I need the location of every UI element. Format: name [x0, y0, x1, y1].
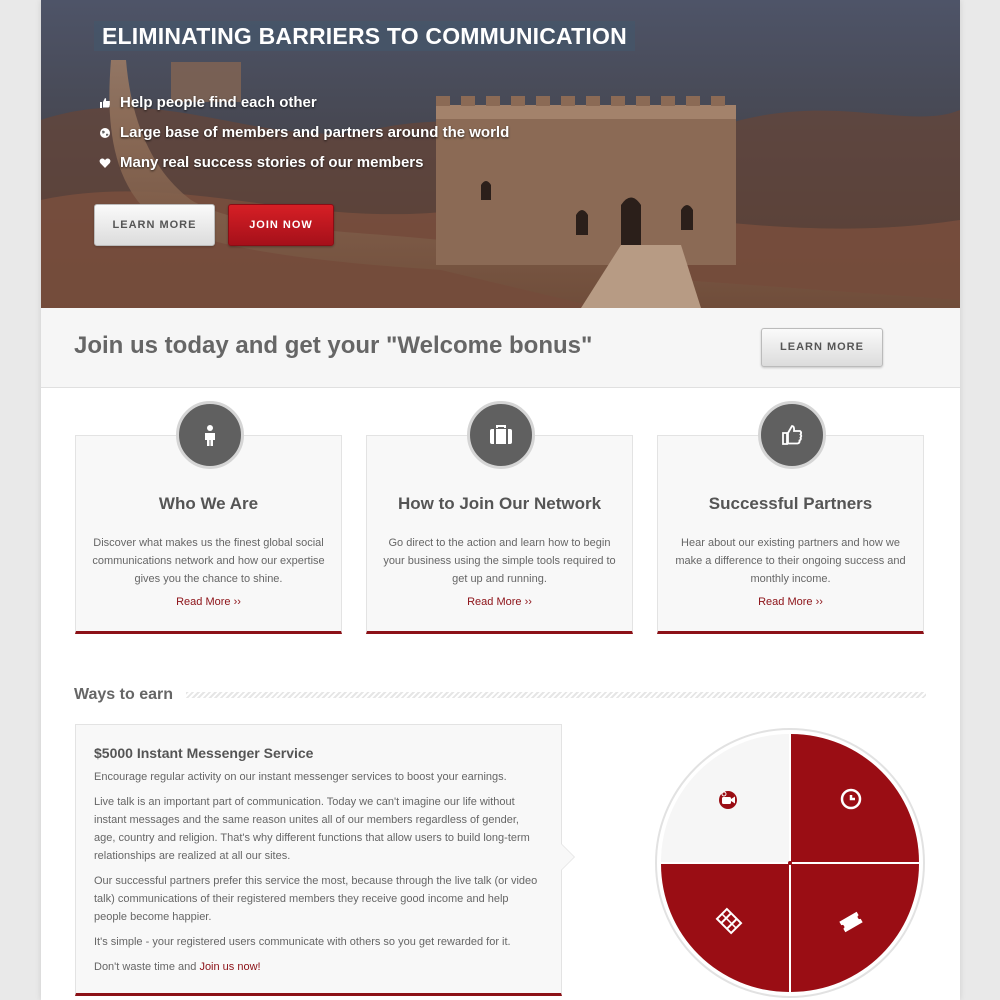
thumbs-up-icon — [782, 425, 803, 445]
welcome-bonus-text: Join us today and get your "Welcome bonu… — [74, 332, 593, 359]
heart-icon — [99, 158, 111, 168]
wheel-segment-clock[interactable] — [791, 734, 919, 862]
welcome-bonus-band: Join us today and get your "Welcome bonu… — [41, 308, 960, 388]
hero-bullet-text: Help people find each other — [120, 94, 317, 111]
hero-bullet: Many real success stories of our members — [99, 148, 509, 178]
cta-learn-more-button[interactable]: LEARN MORE — [761, 328, 883, 367]
feature-icon-circle — [467, 401, 535, 469]
section-divider — [186, 692, 926, 698]
hero-bullet: Large base of members and partners aroun… — [99, 118, 509, 148]
feature-card-text: Discover what makes us the finest global… — [92, 537, 325, 585]
wheel-segment-film[interactable] — [661, 864, 789, 992]
earn-paragraph-last: Don't waste time and Join us now! — [94, 958, 543, 976]
globe-icon — [100, 128, 110, 138]
feature-card-title: Who We Are — [158, 494, 259, 513]
earn-paragraph: Our successful partners prefer this serv… — [94, 875, 538, 923]
hero-bullet: Help people find each other — [99, 88, 509, 118]
wheel-segment-video[interactable] — [661, 734, 789, 862]
feature-icon-circle — [176, 401, 244, 469]
ways-to-earn-heading: Ways to earn — [74, 686, 173, 703]
feature-card-text: Go direct to the action and learn how to… — [383, 537, 616, 585]
earn-last-text: Don't waste time and — [94, 961, 200, 973]
hero-title: ELIMINATING BARRIERS TO COMMUNICATION — [94, 21, 635, 51]
page: ELIMINATING BARRIERS TO COMMUNICATION He… — [41, 0, 960, 1000]
hero-join-now-button[interactable]: JOIN NOW — [228, 204, 334, 246]
read-more-link[interactable]: Read More ›› — [367, 596, 632, 608]
person-icon — [205, 425, 215, 446]
read-more-link[interactable]: Read More ›› — [76, 596, 341, 608]
panel-pointer-inner — [561, 844, 574, 870]
earn-options-wheel — [655, 728, 925, 998]
feature-card-title: How to Join Our Network — [397, 494, 602, 513]
hero-banner: ELIMINATING BARRIERS TO COMMUNICATION He… — [41, 0, 960, 308]
join-us-now-link[interactable]: Join us now! — [199, 961, 260, 973]
briefcase-icon — [490, 425, 512, 444]
feature-card-title: Successful Partners — [708, 494, 873, 513]
feature-icon-circle — [758, 401, 826, 469]
video-camera-icon — [719, 791, 737, 809]
earn-detail-panel: $5000 Instant Messenger Service Encourag… — [75, 724, 562, 996]
hero-learn-more-button[interactable]: LEARN MORE — [94, 204, 215, 246]
read-more-link[interactable]: Read More ›› — [658, 596, 923, 608]
hero-bullet-text: Large base of members and partners aroun… — [120, 124, 510, 141]
thumbs-up-icon — [100, 98, 110, 108]
feature-card-text: Hear about our existing partners and how… — [675, 537, 906, 585]
earn-paragraph: Live talk is an important part of commun… — [94, 796, 530, 862]
earn-paragraph: Encourage regular activity on our instan… — [94, 771, 507, 783]
earn-paragraph: It's simple - your registered users comm… — [94, 936, 511, 948]
hero-bullet-list: Help people find each other Large base o… — [99, 88, 509, 178]
hero-bullet-text: Many real success stories of our members — [120, 154, 424, 171]
earn-detail-title: $5000 Instant Messenger Service — [94, 745, 314, 761]
wheel-segment-ticket[interactable] — [791, 864, 919, 992]
